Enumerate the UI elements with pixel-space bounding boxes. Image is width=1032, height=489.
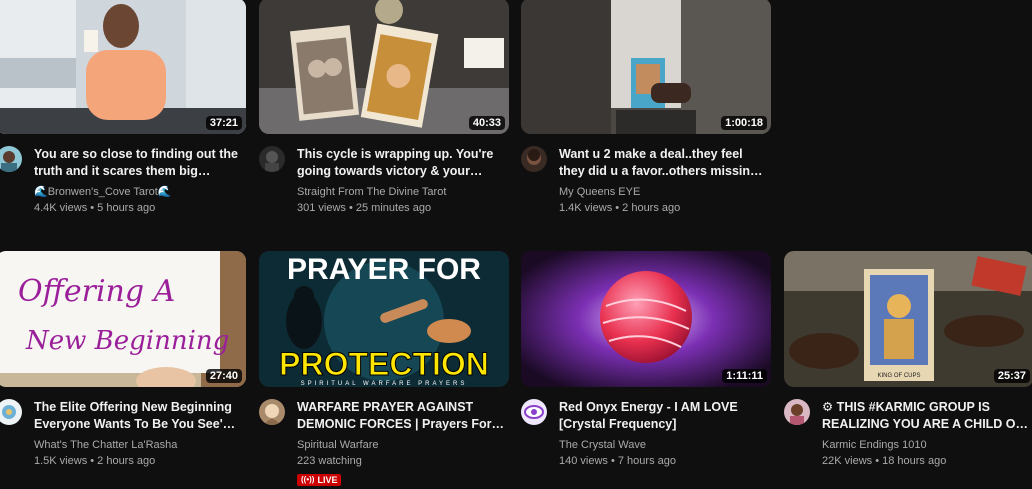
video-thumbnail[interactable]: 40:33 [259,0,509,134]
channel-avatar[interactable] [259,146,285,172]
video-meta: Red Onyx Energy - I AM LOVE [Crystal Fre… [521,399,771,469]
video-duration: 25:37 [993,369,1030,383]
thumbnail-text-line-2: PROTECTION [279,346,489,382]
video-card[interactable]: 40:33 This cycle is wrapping up. You're … [259,0,509,216]
channel-avatar[interactable] [0,399,22,425]
video-duration: 1:00:18 [721,116,767,130]
thumbnail-image: PRAYER FOR PROTECTION SPIRITUAL WARFARE … [259,251,509,387]
video-duration: 27:40 [205,369,242,383]
video-stats: 1.4K views • 2 hours ago [559,202,681,214]
thumbnail-text-line-2: New Beginning [25,326,229,356]
video-thumbnail[interactable]: Offering A New Beginning 27:40 [0,251,246,387]
video-stats: 22K views • 18 hours ago [822,455,947,467]
video-title[interactable]: ⚙ THIS #KARMIC GROUP IS REALIZING YOU AR… [822,399,1032,433]
live-badge: ((•)) LIVE [297,473,342,486]
video-card[interactable]: KING OF CUPS 25:37 ⚙ THIS #KARMIC GROUP … [784,251,1032,469]
thumbnail-text-line-3: SPIRITUAL WARFARE PRAYERS [301,381,468,387]
video-stats: 1.5K views • 2 hours ago [34,455,156,467]
video-meta: WARFARE PRAYER AGAINST DEMONIC FORCES | … [259,399,509,487]
thumbnail-text-line-1: Offering A [18,274,175,309]
channel-name[interactable]: 🌊Bronwen's_Cove Tarot🌊 [34,184,246,200]
video-grid: 37:21 You are so close to finding out th… [0,0,1032,489]
live-broadcast-icon: ((•)) [301,475,315,484]
thumbnail-image: Offering A New Beginning [0,251,246,387]
video-card[interactable]: PRAYER FOR PROTECTION SPIRITUAL WARFARE … [259,251,509,487]
video-card[interactable]: 1:11:11 Red Onyx Energy - I AM LOVE [Cry… [521,251,771,469]
video-thumbnail[interactable]: 1:00:18 [521,0,771,134]
video-title[interactable]: The Elite Offering New Beginning Everyon… [34,399,246,433]
video-stats: 301 views • 25 minutes ago [297,202,432,214]
live-label: LIVE [317,474,338,485]
thumbnail-image [521,0,771,134]
channel-name[interactable]: My Queens EYE [559,184,771,200]
thumbnail-image [521,251,771,387]
video-card[interactable]: Offering A New Beginning 27:40 The Elite… [0,251,246,469]
video-thumbnail[interactable]: PRAYER FOR PROTECTION SPIRITUAL WARFARE … [259,251,509,387]
video-stats: 140 views • 7 hours ago [559,455,676,467]
video-meta: This cycle is wrapping up. You're going … [259,146,509,216]
channel-name[interactable]: Straight From The Divine Tarot [297,184,509,200]
video-title[interactable]: This cycle is wrapping up. You're going … [297,146,509,180]
video-duration: 37:21 [205,116,242,130]
video-title[interactable]: You are so close to finding out the trut… [34,146,246,180]
channel-name[interactable]: Karmic Endings 1010 [822,437,1032,453]
channel-name[interactable]: The Crystal Wave [559,437,771,453]
channel-avatar[interactable] [521,399,547,425]
tarot-card-label: KING OF CUPS [877,373,920,379]
video-thumbnail[interactable]: 37:21 [0,0,246,134]
video-meta: The Elite Offering New Beginning Everyon… [0,399,246,469]
thumbnail-image [0,0,246,134]
channel-avatar[interactable] [0,146,22,172]
video-title[interactable]: WARFARE PRAYER AGAINST DEMONIC FORCES | … [297,399,509,433]
channel-avatar[interactable] [784,399,810,425]
thumbnail-image: KING OF CUPS [784,251,1032,387]
video-stats: 223 watching [297,455,362,467]
channel-avatar[interactable] [521,146,547,172]
video-thumbnail[interactable]: KING OF CUPS 25:37 [784,251,1032,387]
video-title[interactable]: Red Onyx Energy - I AM LOVE [Crystal Fre… [559,399,771,433]
channel-name[interactable]: What's The Chatter La'Rasha [34,437,246,453]
video-stats: 4.4K views • 5 hours ago [34,202,156,214]
channel-name[interactable]: Spiritual Warfare [297,437,509,453]
video-thumbnail[interactable]: 1:11:11 [521,251,771,387]
video-meta: You are so close to finding out the trut… [0,146,246,216]
video-duration: 40:33 [468,116,505,130]
video-card[interactable]: 1:00:18 Want u 2 make a deal..they feel … [521,0,771,216]
thumbnail-image [259,0,509,134]
video-meta: ⚙ THIS #KARMIC GROUP IS REALIZING YOU AR… [784,399,1032,469]
video-card[interactable]: 37:21 You are so close to finding out th… [0,0,246,216]
thumbnail-text-line-1: PRAYER FOR [287,253,481,286]
video-duration: 1:11:11 [722,369,767,383]
video-meta: Want u 2 make a deal..they feel they did… [521,146,771,216]
channel-avatar[interactable] [259,399,285,425]
video-title[interactable]: Want u 2 make a deal..they feel they did… [559,146,771,180]
